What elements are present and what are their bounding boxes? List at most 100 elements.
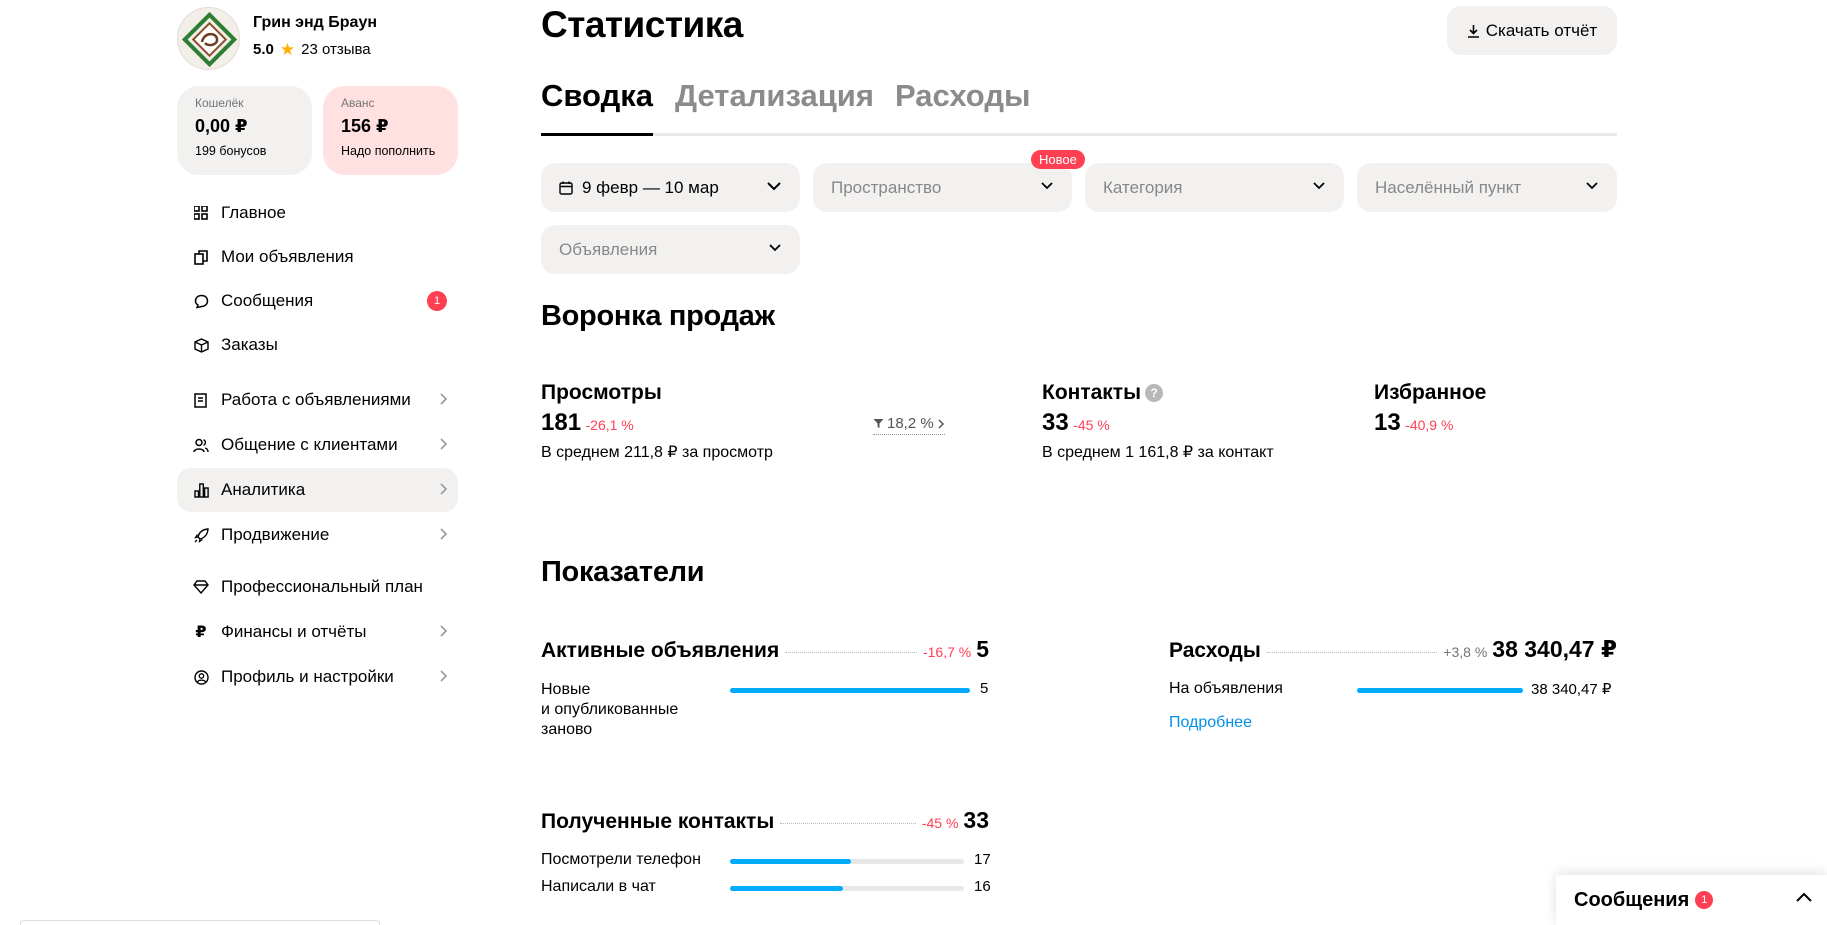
- chevron-down-icon: [1313, 182, 1325, 190]
- sidebar-item-messages[interactable]: Сообщения 1: [177, 279, 458, 323]
- wallet-bonuses: 199 бонусов: [195, 144, 267, 158]
- date-range-filter[interactable]: 9 февр — 10 мар: [541, 163, 800, 212]
- box-icon: [193, 337, 209, 353]
- sidebar-item-pro-plan[interactable]: Профессиональный план: [177, 565, 458, 609]
- avans-caption: Аванс: [341, 96, 375, 110]
- download-report-button[interactable]: Скачать отчёт: [1447, 6, 1617, 55]
- shop-rating[interactable]: 5.0 ★ 23 отзыва: [253, 41, 371, 58]
- chevron-down-icon: [1041, 182, 1053, 190]
- messages-panel[interactable]: Сообщения 1: [1556, 875, 1827, 925]
- indicators-heading: Показатели: [541, 556, 705, 588]
- received-contacts-change: -45 %: [921, 815, 959, 831]
- calendar-icon: [559, 181, 573, 195]
- sidebar-item-label: Профиль и настройки: [221, 667, 394, 686]
- views-label: Просмотры: [541, 381, 662, 404]
- funnel-heading: Воронка продаж: [541, 300, 775, 332]
- contacts-avg: В среднем 1 161,8 ₽ за контакт: [1042, 444, 1274, 461]
- favorites-change: -40,9 %: [1405, 417, 1454, 433]
- views-conversion-link[interactable]: 18,2 %: [873, 415, 945, 435]
- chat-writes-label: Написали в чат: [541, 878, 656, 895]
- wallet-caption: Кошелёк: [195, 96, 244, 110]
- contacts-value: 33: [1042, 409, 1069, 436]
- phone-views-bar: [730, 859, 964, 864]
- tab-summary[interactable]: Сводка: [541, 78, 653, 136]
- active-ads-change: -16,7 %: [922, 644, 972, 660]
- help-icon[interactable]: ?: [1145, 384, 1164, 403]
- sidebar-item-profile[interactable]: Профиль и настройки: [177, 655, 458, 699]
- locality-filter[interactable]: Населённый пункт: [1357, 163, 1617, 212]
- bottom-panel-edge: [20, 920, 380, 925]
- category-filter-placeholder: Категория: [1103, 177, 1183, 197]
- expenses-ads-bar: [1357, 688, 1523, 693]
- avans-amount: 156 ₽: [341, 116, 389, 136]
- users-icon: [193, 437, 209, 453]
- received-contacts-header: Полученные контакты -45 % 33: [541, 807, 989, 834]
- chevron-down-icon: [767, 182, 781, 191]
- contacts-metric: Контакты? 33 -45 % В среднем 1 161,8 ₽ з…: [1042, 381, 1274, 462]
- shop-name[interactable]: Грин энд Браун: [253, 14, 377, 32]
- expenses-more-link[interactable]: Подробнее: [1169, 714, 1252, 732]
- expenses-ads-bar-fill: [1357, 688, 1523, 693]
- space-filter[interactable]: Пространство: [813, 163, 1072, 212]
- sidebar-item-clients[interactable]: Общение с клиентами: [177, 423, 458, 467]
- favorites-label: Избранное: [1374, 381, 1487, 404]
- tab-expenses[interactable]: Расходы: [895, 78, 1031, 136]
- sidebar-item-label: Профессиональный план: [221, 577, 423, 596]
- contacts-label: Контакты: [1042, 381, 1142, 404]
- sidebar-item-promotion[interactable]: Продвижение: [177, 513, 458, 557]
- views-conversion-value: 18,2 %: [887, 415, 934, 432]
- new-badge: Новое: [1031, 150, 1085, 169]
- sidebar-item-main[interactable]: Главное: [177, 191, 458, 235]
- chevron-right-icon: [938, 418, 944, 429]
- sidebar-item-label: Общение с клиентами: [221, 435, 398, 454]
- expenses-change: +3,8 %: [1443, 644, 1488, 660]
- chevron-right-icon: [440, 393, 448, 405]
- sidebar-item-label: Мои объявления: [221, 247, 354, 266]
- sidebar-item-finance[interactable]: ₽ Финансы и отчёты: [177, 610, 458, 654]
- sidebar-item-label: Сообщения: [221, 291, 314, 310]
- ads-filter[interactable]: Объявления: [541, 225, 800, 274]
- tab-bar: Сводка Детализация Расходы: [541, 78, 1617, 136]
- chat-writes-bar: [730, 886, 964, 891]
- views-value: 181: [541, 409, 582, 436]
- diamond-icon: [193, 579, 209, 595]
- category-filter[interactable]: Категория: [1085, 163, 1344, 212]
- wallet-card[interactable]: Кошелёк 0,00 ₽ 199 бонусов: [177, 86, 312, 175]
- rating-score: 5.0: [253, 41, 274, 58]
- chevron-down-icon: [1586, 182, 1598, 190]
- chevron-right-icon: [440, 483, 448, 495]
- views-avg: В среднем 211,8 ₽ за просмотр: [541, 444, 773, 461]
- sidebar-item-analytics[interactable]: Аналитика: [177, 468, 458, 512]
- avans-topup-note: Надо пополнить: [341, 144, 436, 158]
- page-title: Статистика: [541, 4, 743, 45]
- sidebar-item-orders[interactable]: Заказы: [177, 323, 458, 367]
- sidebar-item-label: Финансы и отчёты: [221, 622, 367, 641]
- new-republished-bar-fill: [730, 688, 970, 693]
- messages-panel-label: Сообщения: [1574, 888, 1690, 911]
- avans-card[interactable]: Аванс 156 ₽ Надо пополнить: [323, 86, 458, 175]
- shop-avatar[interactable]: [177, 7, 240, 70]
- new-republished-bar: [730, 688, 970, 693]
- sidebar-item-ads-work[interactable]: Работа с объявлениями: [177, 378, 458, 422]
- tab-details[interactable]: Детализация: [675, 78, 874, 136]
- expenses-ads-label: На объявления: [1169, 680, 1283, 697]
- reviews-count: 23 отзыва: [301, 41, 371, 58]
- chevron-down-icon: [769, 244, 781, 252]
- contacts-change: -45 %: [1073, 417, 1110, 433]
- ads-filter-placeholder: Объявления: [559, 239, 658, 259]
- sidebar-item-my-ads[interactable]: Мои объявления: [177, 235, 458, 279]
- chat-icon: [193, 293, 209, 309]
- messages-unread-badge: 1: [427, 291, 447, 311]
- space-filter-placeholder: Пространство: [831, 177, 942, 197]
- chevron-right-icon: [440, 670, 448, 682]
- received-contacts-value: 33: [963, 807, 989, 833]
- chevron-up-icon[interactable]: [1795, 892, 1813, 903]
- edit-icon: [193, 392, 209, 408]
- expenses-ads-value: 38 340,47 ₽: [1531, 681, 1612, 698]
- views-change: -26,1 %: [585, 417, 634, 433]
- new-republished-value: 5: [980, 680, 989, 697]
- sidebar-item-label: Заказы: [221, 335, 278, 354]
- wallet-amount: 0,00 ₽: [195, 116, 248, 136]
- sidebar-item-label: Главное: [221, 203, 286, 222]
- sidebar-item-label: Аналитика: [221, 480, 306, 499]
